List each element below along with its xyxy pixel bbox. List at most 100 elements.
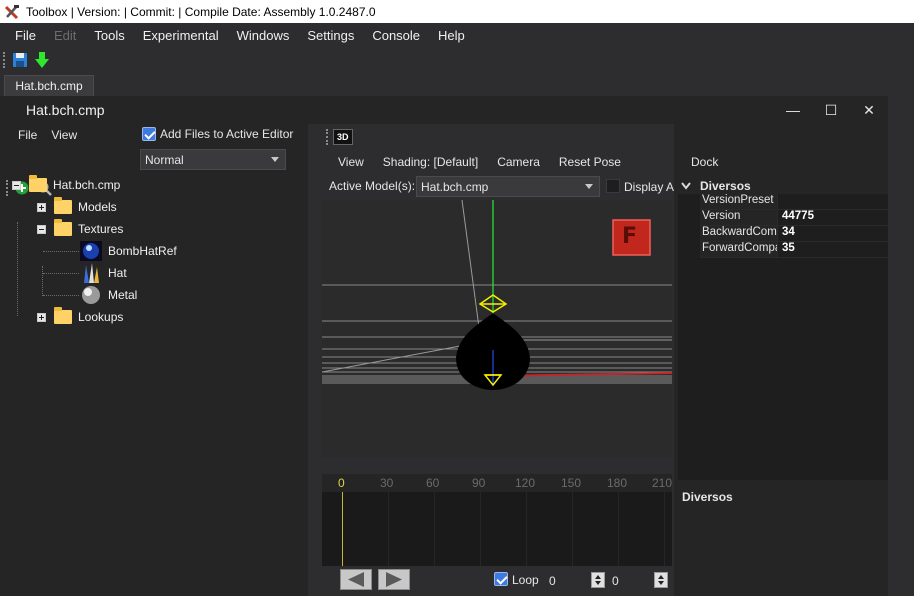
tree-guide-line xyxy=(42,266,43,296)
collapse-icon[interactable] xyxy=(12,180,21,190)
viewport-menu-camera[interactable]: Camera xyxy=(497,155,540,169)
editor-header: Hat.bch.cmp — ☐ ✕ xyxy=(0,96,888,124)
add-files-checkbox[interactable] xyxy=(142,127,156,141)
property-value[interactable] xyxy=(778,194,782,209)
overlay-f-icon[interactable]: F xyxy=(622,224,637,249)
toolbar-grip[interactable] xyxy=(3,52,6,68)
active-model-select[interactable]: Hat.bch.cmp xyxy=(416,176,600,197)
menu-windows[interactable]: Windows xyxy=(228,28,299,43)
save-icon[interactable] xyxy=(12,52,28,68)
collapse-chevron-icon[interactable] xyxy=(678,180,694,192)
viewport-3d-tab[interactable]: 3D xyxy=(333,129,353,145)
property-row[interactable]: ForwardCompati 35 xyxy=(700,242,888,258)
chevron-down-icon xyxy=(585,184,593,189)
hat-texture-thumbnail xyxy=(84,263,99,283)
object-tree-panel: File View Add Files to Active Editor Nor… xyxy=(0,124,308,596)
tree-node-lookups[interactable]: Lookups xyxy=(37,307,123,327)
frame-spinner[interactable] xyxy=(591,572,605,588)
tree-mode-value: Normal xyxy=(145,152,184,167)
timeline-gridline xyxy=(572,492,573,566)
tree-mode-select[interactable]: Normal xyxy=(140,149,286,170)
property-grid: Diversos VersionPreset Version 44775 Bac… xyxy=(678,178,888,480)
tree-toolbar-grip[interactable] xyxy=(6,180,9,196)
editor-window: Hat.bch.cmp — ☐ ✕ File View Add Files to… xyxy=(0,96,914,596)
tree-node-texture[interactable]: Hat xyxy=(80,263,127,283)
timeline-gridline xyxy=(664,492,665,566)
menu-help[interactable]: Help xyxy=(429,28,474,43)
property-value[interactable]: 34 xyxy=(778,226,795,241)
menu-console[interactable]: Console xyxy=(363,28,429,43)
download-icon[interactable] xyxy=(34,51,50,69)
menu-experimental[interactable]: Experimental xyxy=(134,28,228,43)
property-category[interactable]: Diversos xyxy=(678,178,888,194)
property-row[interactable]: Version 44775 xyxy=(700,210,888,226)
tree-node-label: Hat xyxy=(108,266,127,280)
display-all-checkbox[interactable] xyxy=(606,179,620,193)
tree-node-textures[interactable]: Textures xyxy=(37,219,123,239)
tab-hat-bch-cmp[interactable]: Hat.bch.cmp xyxy=(4,75,94,96)
tree-node-models[interactable]: Models xyxy=(37,197,117,217)
timeline-gridline xyxy=(480,492,481,566)
close-button[interactable]: ✕ xyxy=(858,101,880,119)
previous-frame-button[interactable] xyxy=(340,569,372,590)
viewport-3d-canvas[interactable]: F xyxy=(322,200,672,458)
panel-splitter[interactable] xyxy=(308,124,322,596)
tree-node-root[interactable]: Hat.bch.cmp xyxy=(12,175,120,195)
viewport-tab-strip: 3D xyxy=(322,124,674,150)
timeline-gridline xyxy=(618,492,619,566)
loop-checkbox[interactable] xyxy=(494,572,508,586)
end-frame-value[interactable]: 0 xyxy=(612,574,619,588)
window-titlebar: Toolbox | Version: | Commit: | Compile D… xyxy=(0,0,914,23)
end-frame-spinner[interactable] xyxy=(654,572,668,588)
maximize-button[interactable]: ☐ xyxy=(820,101,842,119)
timeline-tick-label: 60 xyxy=(426,476,440,490)
timeline-gridline xyxy=(388,492,389,566)
toolbox-app-icon xyxy=(4,4,19,19)
metal-texture-thumbnail xyxy=(82,286,100,304)
viewport-menu-shading[interactable]: Shading: [Default] xyxy=(383,155,478,169)
menu-tools[interactable]: Tools xyxy=(85,28,133,43)
vertical-scrollbar[interactable] xyxy=(888,96,914,596)
tree-node-label: BombHatRef xyxy=(108,244,177,258)
viewport-menu-reset-pose[interactable]: Reset Pose xyxy=(559,155,621,169)
menu-settings[interactable]: Settings xyxy=(298,28,363,43)
tree-node-label: Models xyxy=(78,200,117,214)
tree-menu-file[interactable]: File xyxy=(18,128,37,142)
property-name: BackwardCompa xyxy=(700,226,778,241)
folder-icon xyxy=(54,197,72,214)
minimize-button[interactable]: — xyxy=(782,101,804,119)
editor-title: Hat.bch.cmp xyxy=(26,102,105,118)
main-toolbar xyxy=(0,47,914,73)
timeline-tick-label: 180 xyxy=(607,476,628,490)
active-model-value: Hat.bch.cmp xyxy=(421,179,489,194)
tree-guide-line xyxy=(43,251,79,252)
animation-timeline[interactable]: 0 30 60 90 120 150 180 210 xyxy=(322,474,672,566)
property-value[interactable]: 44775 xyxy=(778,210,814,225)
timeline-playhead[interactable] xyxy=(342,492,343,566)
next-frame-button[interactable] xyxy=(378,569,410,590)
tree-node-texture[interactable]: BombHatRef xyxy=(80,241,177,261)
tree-guide-line xyxy=(43,273,79,274)
play-icon xyxy=(386,572,402,587)
viewport-menu-view[interactable]: View xyxy=(338,155,364,169)
current-frame-value[interactable]: 0 xyxy=(549,574,556,588)
menu-edit: Edit xyxy=(53,27,77,43)
expand-icon[interactable] xyxy=(37,202,46,212)
timeline-tick-label: 210 xyxy=(652,476,673,490)
chevron-down-icon xyxy=(271,157,279,162)
expand-icon[interactable] xyxy=(37,312,46,322)
property-name: VersionPreset xyxy=(700,194,778,209)
property-value[interactable]: 35 xyxy=(778,242,795,257)
tree-menu-view[interactable]: View xyxy=(51,128,77,142)
menu-file[interactable]: File xyxy=(6,28,45,43)
property-row[interactable]: VersionPreset xyxy=(700,194,888,210)
tree-node-texture[interactable]: Metal xyxy=(80,285,137,305)
loop-label: Loop xyxy=(512,573,539,587)
add-files-label: Add Files to Active Editor xyxy=(160,127,294,141)
play-reverse-icon xyxy=(348,572,364,587)
collapse-icon[interactable] xyxy=(37,224,46,234)
property-description: Diversos xyxy=(678,482,888,596)
main-menubar: File Edit Tools Experimental Windows Set… xyxy=(0,23,914,47)
viewport-toolbar-grip[interactable] xyxy=(326,129,329,145)
property-row[interactable]: BackwardCompa 34 xyxy=(700,226,888,242)
